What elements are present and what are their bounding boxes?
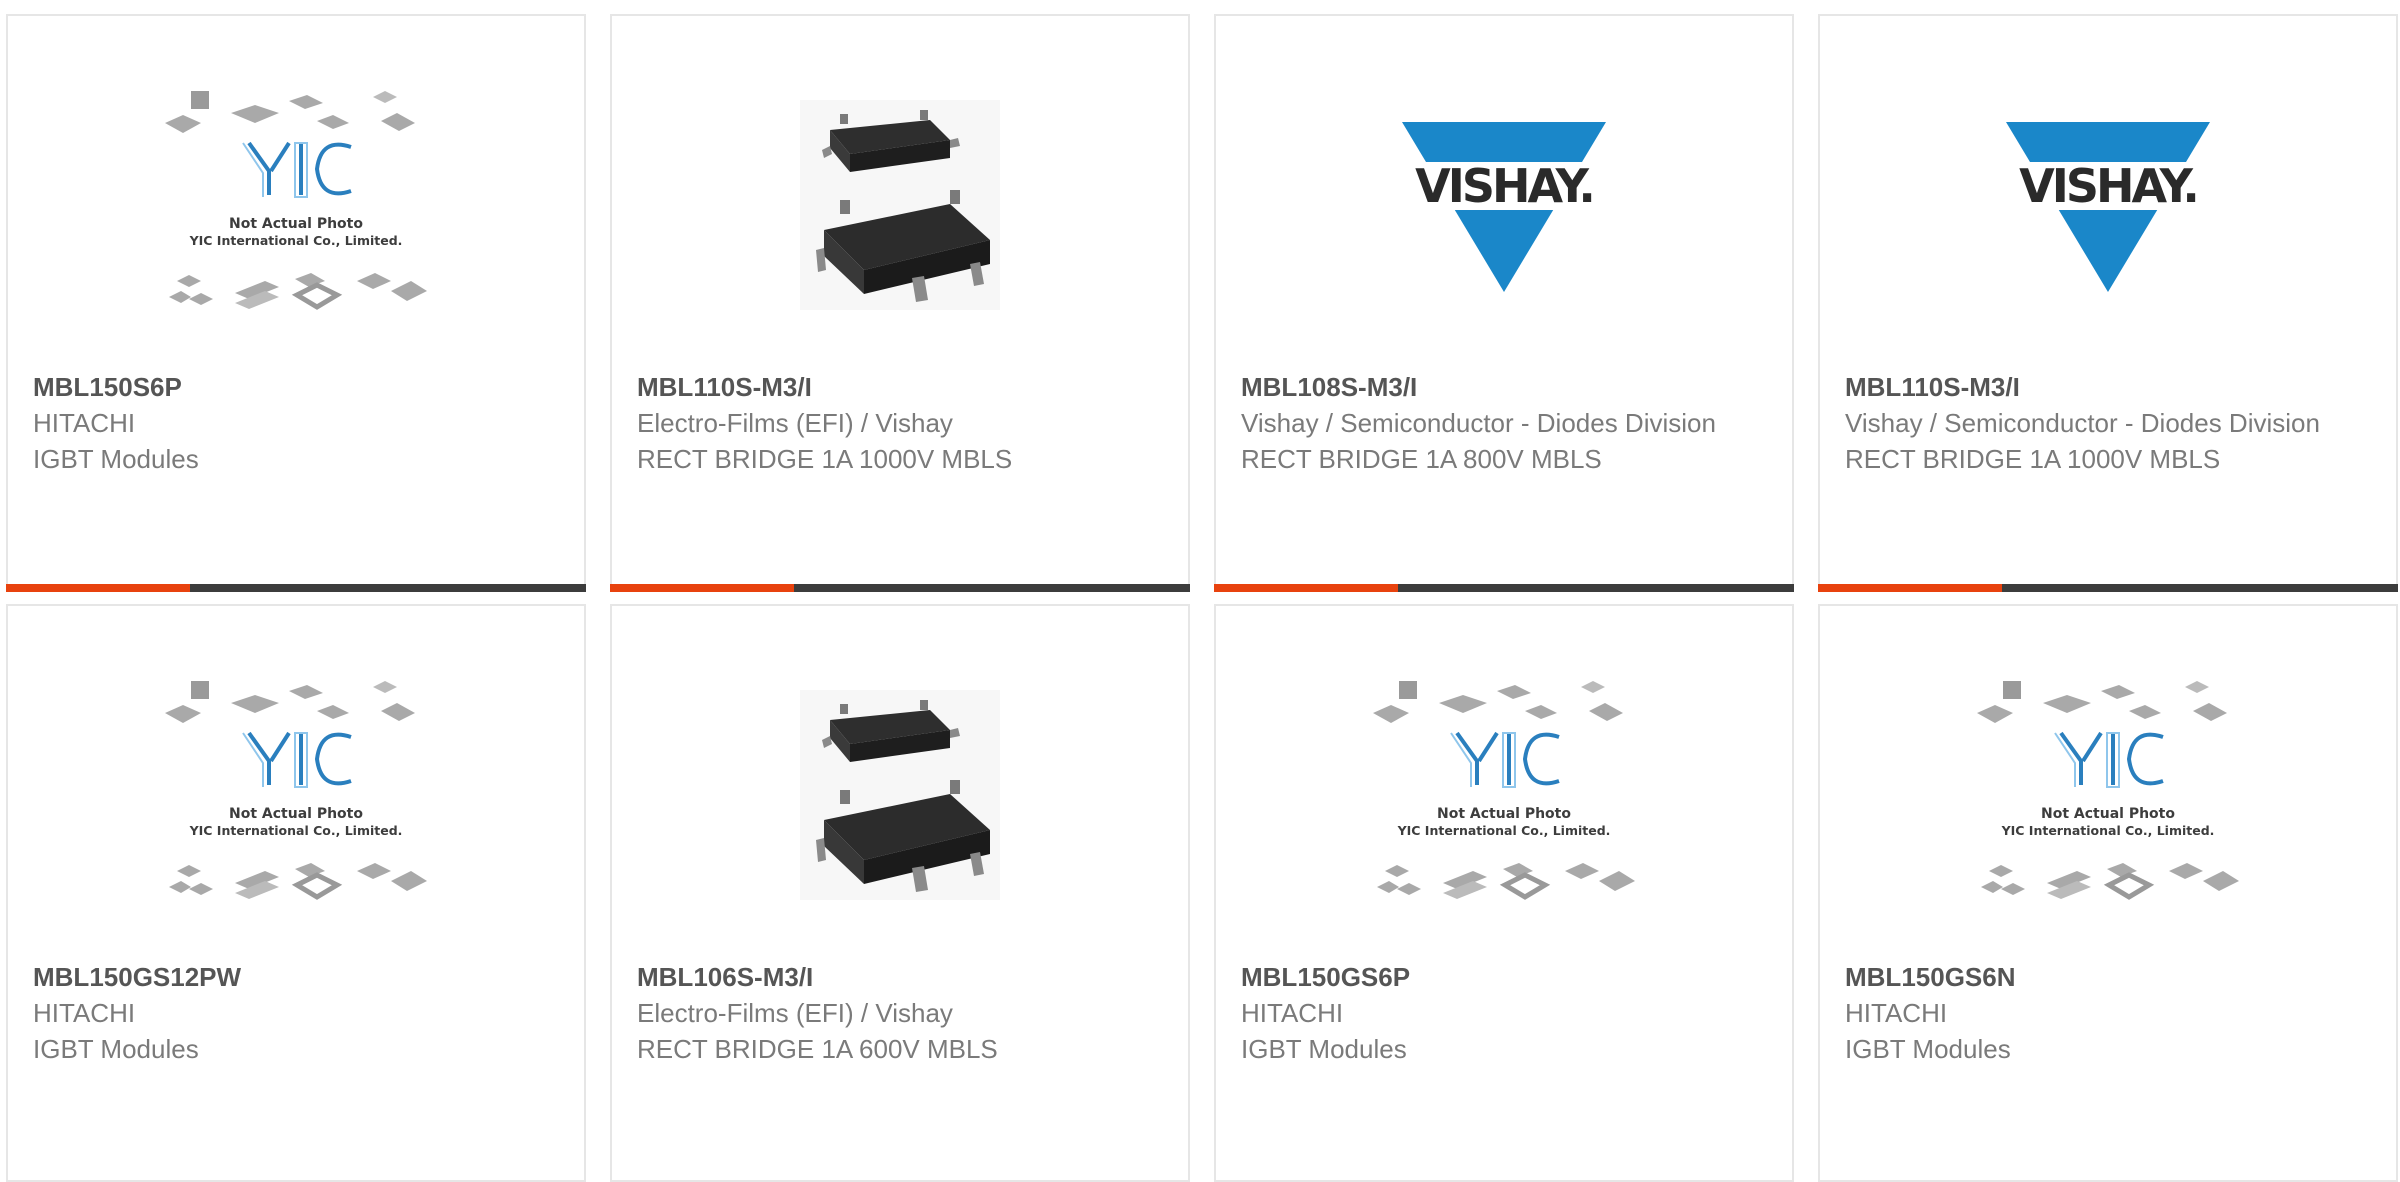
vishay-logo-image: VISHAY. (1998, 110, 2218, 300)
product-description: RECT BRIDGE 1A 1000V MBLS (637, 444, 1013, 474)
product-card[interactable]: Not Actual Photo YIC International Co., … (1818, 604, 2398, 1182)
part-number[interactable]: MBL150GS6N (1845, 959, 2371, 995)
product-image[interactable] (612, 630, 1188, 960)
card-hover-bar-accent (1214, 584, 1398, 592)
card-hover-bar (610, 584, 1190, 592)
product-description: RECT BRIDGE 1A 800V MBLS (1241, 444, 1602, 474)
mbls-package-photo (800, 690, 1000, 900)
mbls-package-photo (800, 100, 1000, 310)
vishay-logo-text: VISHAY. (1415, 159, 1593, 213)
not-actual-photo-image: Not Actual Photo YIC International Co., … (1977, 681, 2239, 900)
product-image[interactable]: VISHAY. (1216, 40, 1792, 370)
manufacturer-name: Electro-Films (EFI) / Vishay (637, 408, 953, 438)
manufacturer-name: HITACHI (33, 408, 136, 438)
product-description: IGBT Modules (33, 1034, 199, 1064)
yic-company-line: YIC International Co., Limited. (189, 233, 403, 248)
manufacturer-name: HITACHI (33, 998, 136, 1028)
yic-company-line: YIC International Co., Limited. (189, 823, 403, 838)
product-description: RECT BRIDGE 1A 1000V MBLS (1845, 444, 2221, 474)
product-card[interactable]: MBL110S-M3/I Electro-Films (EFI) / Visha… (610, 14, 1190, 592)
manufacturer-name: HITACHI (1845, 998, 1948, 1028)
product-card[interactable]: VISHAY. MBL110S-M3/I Vishay / Semiconduc… (1818, 14, 2398, 592)
product-card[interactable]: MBL106S-M3/I Electro-Films (EFI) / Visha… (610, 604, 1190, 1182)
card-hover-bar-accent (610, 584, 794, 592)
part-number[interactable]: MBL150S6P (33, 369, 559, 405)
product-image[interactable]: Not Actual Photo YIC International Co., … (1216, 630, 1792, 960)
product-card[interactable]: Not Actual Photo YIC International Co., … (6, 604, 586, 1182)
manufacturer-name: HITACHI (1241, 998, 1344, 1028)
product-description: IGBT Modules (1845, 1034, 2011, 1064)
not-actual-photo-image: Not Actual Photo YIC International Co., … (1373, 681, 1635, 900)
not-actual-photo-line: Not Actual Photo (1437, 806, 1571, 822)
part-number[interactable]: MBL150GS12PW (33, 959, 559, 995)
card-hover-bar-accent (6, 584, 190, 592)
manufacturer-name: Vishay / Semiconductor - Diodes Division (1845, 408, 2320, 438)
manufacturer-name: Electro-Films (EFI) / Vishay (637, 998, 953, 1028)
card-hover-bar (6, 584, 586, 592)
not-actual-photo-line: Not Actual Photo (229, 806, 363, 822)
not-actual-photo-image: Not Actual Photo YIC International Co., … (165, 91, 427, 310)
product-description: IGBT Modules (1241, 1034, 1407, 1064)
product-image[interactable]: VISHAY. (1820, 40, 2396, 370)
manufacturer-name: Vishay / Semiconductor - Diodes Division (1241, 408, 1716, 438)
product-image[interactable]: Not Actual Photo YIC International Co., … (8, 40, 584, 370)
product-description: IGBT Modules (33, 444, 199, 474)
vishay-logo-image: VISHAY. (1394, 110, 1614, 300)
product-image[interactable]: Not Actual Photo YIC International Co., … (8, 630, 584, 960)
product-image[interactable]: Not Actual Photo YIC International Co., … (1820, 630, 2396, 960)
vishay-logo-text: VISHAY. (2019, 159, 2197, 213)
not-actual-photo-image: Not Actual Photo YIC International Co., … (165, 681, 427, 900)
card-hover-bar (1214, 584, 1794, 592)
yic-company-line: YIC International Co., Limited. (2001, 823, 2215, 838)
part-number[interactable]: MBL106S-M3/I (637, 959, 1163, 995)
product-image[interactable] (612, 40, 1188, 370)
product-card[interactable]: Not Actual Photo YIC International Co., … (1214, 604, 1794, 1182)
product-card[interactable]: Not Actual Photo YIC International Co., … (6, 14, 586, 592)
product-description: RECT BRIDGE 1A 600V MBLS (637, 1034, 998, 1064)
part-number[interactable]: MBL110S-M3/I (1845, 369, 2371, 405)
card-hover-bar-accent (1818, 584, 2002, 592)
not-actual-photo-line: Not Actual Photo (2041, 806, 2175, 822)
product-card[interactable]: VISHAY. MBL108S-M3/I Vishay / Semiconduc… (1214, 14, 1794, 592)
part-number[interactable]: MBL108S-M3/I (1241, 369, 1767, 405)
product-grid: Not Actual Photo YIC International Co., … (0, 0, 2400, 1182)
not-actual-photo-line: Not Actual Photo (229, 216, 363, 232)
yic-company-line: YIC International Co., Limited. (1397, 823, 1611, 838)
card-hover-bar (1818, 584, 2398, 592)
part-number[interactable]: MBL110S-M3/I (637, 369, 1163, 405)
part-number[interactable]: MBL150GS6P (1241, 959, 1767, 995)
